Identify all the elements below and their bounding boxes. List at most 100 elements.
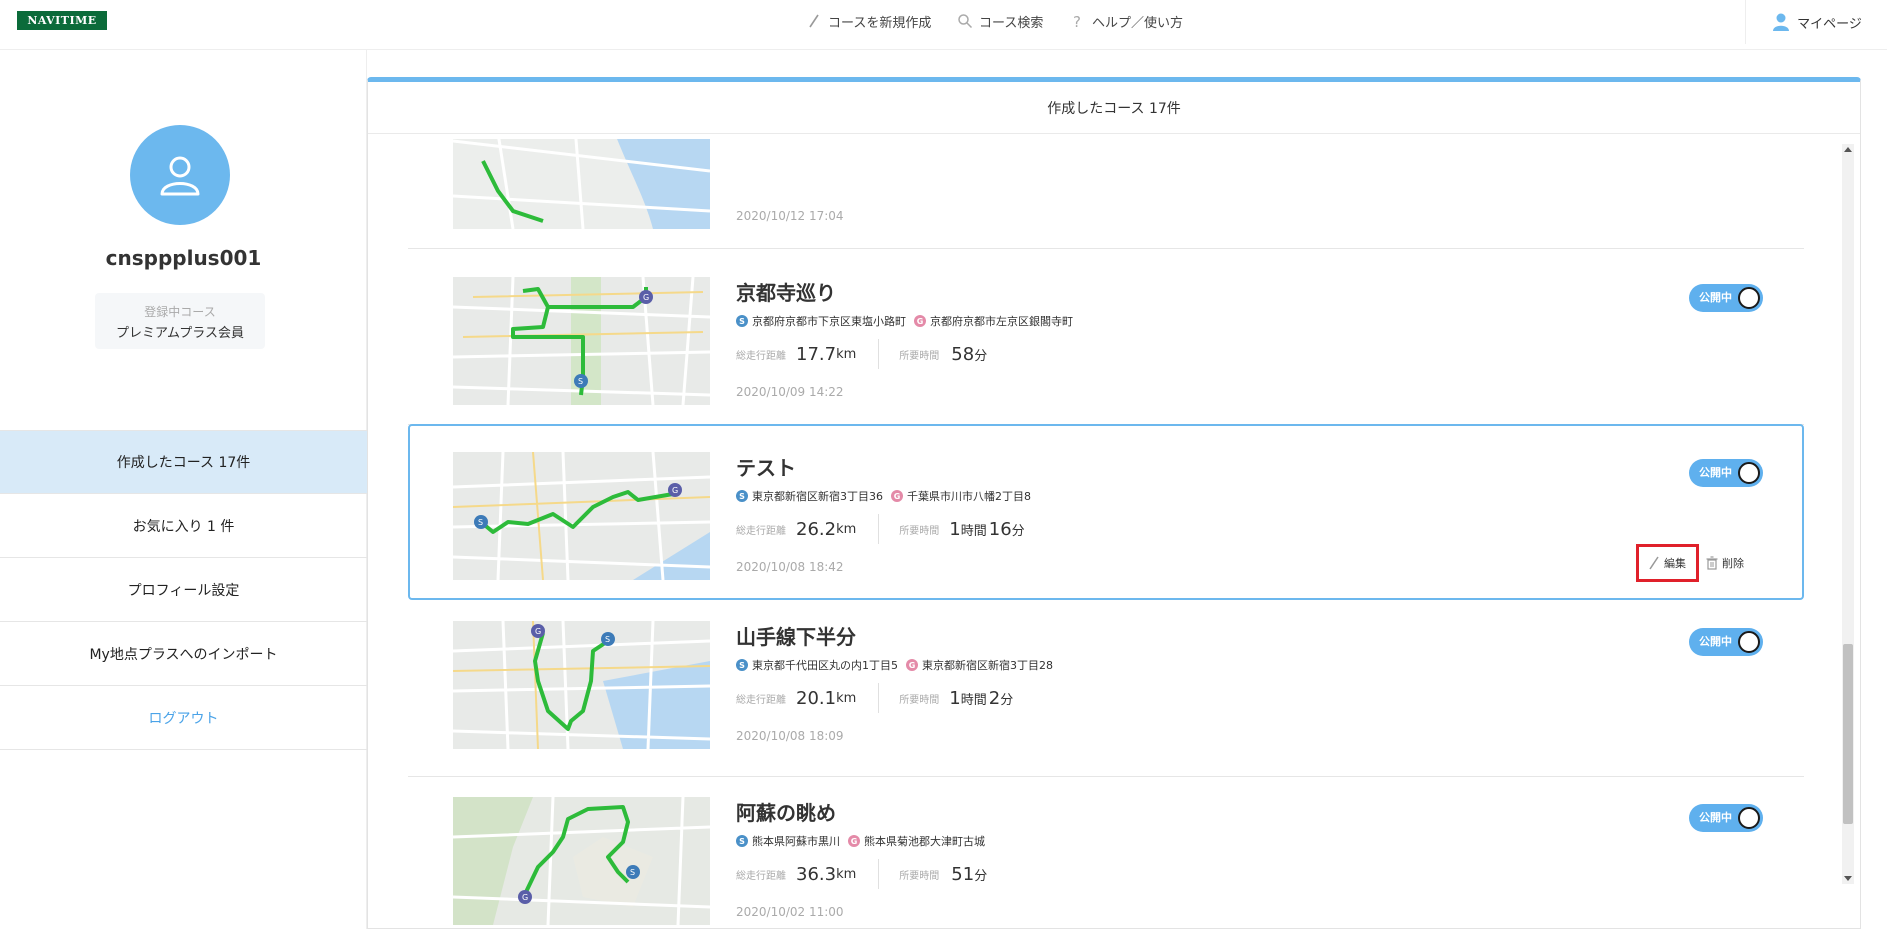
top-header: NAVITIME コースを新規作成 コース検索 ? ヘルプ／使い方 マイページ <box>0 0 1887 50</box>
time-hours-unit: 時間 <box>960 692 987 708</box>
navitime-logo[interactable]: NAVITIME <box>17 11 107 30</box>
scrollbar[interactable] <box>1842 144 1854 884</box>
goal-badge-icon: G <box>848 835 860 847</box>
public-toggle[interactable]: 公開中 <box>1689 628 1763 656</box>
distance-unit: km <box>836 690 857 706</box>
question-icon: ? <box>1073 13 1081 29</box>
sidebar-item-import[interactable]: My地点プラスへのインポート <box>0 622 367 686</box>
panel-title: 作成したコース 17件 <box>368 82 1860 134</box>
new-course-label: コースを新規作成 <box>828 15 932 31</box>
distance-value: 26.2 <box>796 518 837 540</box>
avatar <box>130 125 230 225</box>
svg-text:G: G <box>535 627 541 636</box>
start-badge-icon: S <box>736 659 748 671</box>
scroll-down-icon[interactable] <box>1844 876 1852 881</box>
distance-label: 総走行距離 <box>736 694 786 706</box>
edit-button[interactable]: 編集 <box>1636 544 1699 582</box>
public-toggle[interactable]: 公開中 <box>1689 459 1763 487</box>
course-map-thumbnail[interactable]: G S <box>453 277 710 405</box>
goal-badge-icon: G <box>906 659 918 671</box>
course-map-thumbnail[interactable]: S G <box>453 621 710 749</box>
help-label: ヘルプ／使い方 <box>1092 15 1184 31</box>
course-item-partial[interactable]: 2020/10/12 17:04 <box>408 139 1804 249</box>
map-image <box>453 139 710 229</box>
course-start: 熊本県阿蘇市黒川 <box>752 835 840 848</box>
course-map-thumbnail[interactable]: S G <box>453 452 710 580</box>
sidebar-item-created-courses[interactable]: 作成したコース 17件 <box>0 430 367 494</box>
toggle-knob <box>1738 287 1760 309</box>
course-route: S 熊本県阿蘇市黒川 G 熊本県菊池郡大津町古城 <box>736 833 985 849</box>
map-image: G S <box>453 277 710 405</box>
mypage-button[interactable]: マイページ <box>1745 0 1887 44</box>
trash-icon <box>1706 556 1718 570</box>
course-date: 2020/10/02 11:00 <box>736 905 844 919</box>
course-item[interactable]: S G 阿蘇の眺め S 熊本県阿蘇市黒川 G 熊本県菊池郡大津町古城 総走行距離… <box>408 777 1804 928</box>
course-start: 東京都千代田区丸の内1丁目5 <box>752 659 898 672</box>
course-stats: 総走行距離 36.3 km 所要時間 51 分 <box>736 859 989 889</box>
course-title[interactable]: テスト <box>736 452 796 481</box>
user-icon <box>1773 13 1790 31</box>
time-minutes-unit: 分 <box>1011 523 1025 539</box>
time-hours: 1 <box>949 518 961 540</box>
map-image: S G <box>453 797 710 925</box>
course-route: S 東京都千代田区丸の内1丁目5 G 東京都新宿区新宿3丁目28 <box>736 657 1053 673</box>
public-toggle-label: 公開中 <box>1699 635 1732 648</box>
time-minutes-unit: 分 <box>1000 692 1014 708</box>
course-title[interactable]: 山手線下半分 <box>736 621 856 650</box>
time-minutes-unit: 分 <box>974 348 988 364</box>
course-item[interactable]: S G 山手線下半分 S 東京都千代田区丸の内1丁目5 G 東京都新宿区新宿3丁… <box>408 601 1804 777</box>
course-stats: 総走行距離 26.2 km 所要時間 1 時間 16 分 <box>736 514 1027 544</box>
course-title[interactable]: 京都寺巡り <box>736 277 836 306</box>
distance-label: 総走行距離 <box>736 870 786 882</box>
course-map-thumbnail[interactable]: S G <box>453 797 710 925</box>
delete-label: 削除 <box>1722 557 1744 570</box>
course-route: S 東京都新宿区新宿3丁目36 G 千葉県市川市八幡2丁目8 <box>736 488 1031 504</box>
new-course-link[interactable]: コースを新規作成 <box>806 11 931 31</box>
svg-text:?: ? <box>1073 13 1081 29</box>
course-route: S 京都府京都市下京区東塩小路町 G 京都府京都市左京区銀閣寺町 <box>736 313 1073 329</box>
user-avatar-icon <box>160 156 200 196</box>
svg-text:S: S <box>578 377 583 386</box>
course-goal: 東京都新宿区新宿3丁目28 <box>922 659 1053 672</box>
course-list-panel: 作成したコース 17件 2020/10/12 17:04 G S 京都寺巡り S… <box>367 77 1861 929</box>
sidebar-item-profile[interactable]: プロフィール設定 <box>0 558 367 622</box>
distance-value: 20.1 <box>796 687 837 709</box>
time-hours-unit: 時間 <box>960 523 987 539</box>
distance-unit: km <box>836 866 857 882</box>
time-hours: 1 <box>949 687 961 709</box>
distance-unit: km <box>836 521 857 537</box>
sidebar-item-favorites[interactable]: お気に入り 1 件 <box>0 494 367 558</box>
time-label: 所要時間 <box>899 694 940 706</box>
course-date: 2020/10/09 14:22 <box>736 385 844 399</box>
public-toggle[interactable]: 公開中 <box>1689 804 1763 832</box>
edit-label: 編集 <box>1664 557 1686 570</box>
plan-label: 登録中コース <box>144 305 216 319</box>
public-toggle-label: 公開中 <box>1699 291 1732 304</box>
scroll-up-icon[interactable] <box>1844 147 1852 152</box>
svg-text:S: S <box>478 518 483 527</box>
public-toggle[interactable]: 公開中 <box>1689 284 1763 312</box>
time-label: 所要時間 <box>899 870 940 882</box>
time-label: 所要時間 <box>899 350 940 362</box>
course-item-selected[interactable]: S G テスト S 東京都新宿区新宿3丁目36 G 千葉県市川市八幡2丁目8 総… <box>408 424 1804 600</box>
start-badge-icon: S <box>736 490 748 502</box>
course-search-label: コース検索 <box>979 15 1044 31</box>
course-item[interactable]: G S 京都寺巡り S 京都府京都市下京区東塩小路町 G 京都府京都市左京区銀閣… <box>408 249 1804 425</box>
help-link[interactable]: ? ヘルプ／使い方 <box>1070 11 1183 31</box>
course-list[interactable]: 2020/10/12 17:04 G S 京都寺巡り S 京都府京都市下京区東塩… <box>368 139 1848 928</box>
course-map-thumbnail[interactable] <box>453 139 710 229</box>
scrollbar-thumb[interactable] <box>1843 644 1853 824</box>
username: cnsppplus001 <box>105 246 262 270</box>
course-date: 2020/10/12 17:04 <box>736 209 844 223</box>
time-minutes: 58 <box>951 343 975 365</box>
svg-text:S: S <box>605 635 610 644</box>
distance-label: 総走行距離 <box>736 350 786 362</box>
course-stats: 総走行距離 20.1 km 所要時間 1 時間 2 分 <box>736 683 1015 713</box>
svg-text:G: G <box>643 293 649 302</box>
course-goal: 京都府京都市左京区銀閣寺町 <box>930 315 1073 328</box>
course-search-link[interactable]: コース検索 <box>957 11 1043 31</box>
course-actions: 編集 削除 <box>1636 544 1750 582</box>
course-title[interactable]: 阿蘇の眺め <box>736 797 836 826</box>
delete-button[interactable]: 削除 <box>1699 551 1750 575</box>
sidebar-item-logout[interactable]: ログアウト <box>0 686 367 750</box>
